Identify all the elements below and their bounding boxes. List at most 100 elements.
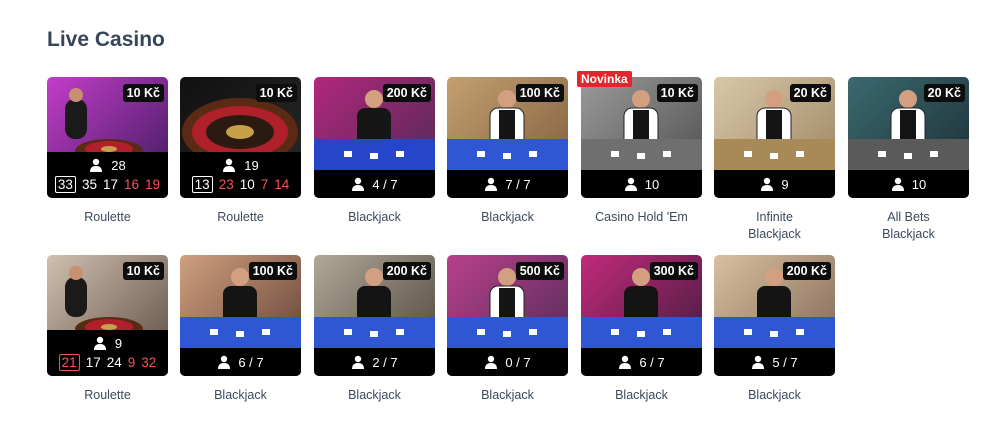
recent-number: 21 bbox=[58, 353, 80, 371]
game-thumbnail[interactable]: 200 Kč 4 / 7 bbox=[314, 77, 435, 198]
min-bet-badge: 100 Kč bbox=[515, 84, 564, 102]
game-tile[interactable]: 20 Kč 9 Infinite Blackjack bbox=[714, 77, 835, 243]
min-bet-badge: 200 Kč bbox=[782, 262, 831, 280]
player-count-value: 2 / 7 bbox=[372, 354, 398, 370]
game-thumbnail[interactable]: 100 Kč 7 / 7 bbox=[447, 77, 568, 198]
user-icon bbox=[485, 355, 498, 369]
game-name[interactable]: Blackjack bbox=[581, 387, 702, 404]
game-tile[interactable]: 200 Kč 2 / 7 Blackjack bbox=[314, 255, 435, 404]
min-bet-badge: 10 Kč bbox=[122, 84, 164, 102]
player-count: 19 bbox=[222, 157, 259, 173]
user-icon bbox=[624, 177, 637, 191]
player-count: 9 bbox=[93, 336, 122, 351]
game-tile[interactable]: 100 Kč 6 / 7 Blackjack bbox=[180, 255, 301, 404]
recent-number: 19 bbox=[145, 176, 161, 192]
player-count-value: 7 / 7 bbox=[505, 176, 531, 192]
recent-number: 17 bbox=[85, 354, 101, 370]
recent-numbers: 33 35 17 16 19 bbox=[54, 175, 161, 193]
recent-number: 35 bbox=[81, 176, 97, 192]
game-thumbnail[interactable]: 200 Kč 2 / 7 bbox=[314, 255, 435, 376]
user-icon bbox=[352, 355, 365, 369]
game-thumbnail[interactable]: 500 Kč 0 / 7 bbox=[447, 255, 568, 376]
min-bet-badge: 20 Kč bbox=[923, 84, 965, 102]
recent-number: 24 bbox=[106, 354, 122, 370]
player-count-value: 5 / 7 bbox=[772, 354, 798, 370]
game-thumbnail[interactable]: 10 Kč 28 33 35 17 16 19 bbox=[47, 77, 168, 198]
min-bet-badge: 10 Kč bbox=[656, 84, 698, 102]
game-tile[interactable]: 500 Kč 0 / 7 Blackjack bbox=[447, 255, 568, 404]
stats-bar: 19 13 23 10 7 14 bbox=[180, 152, 301, 198]
player-count-value: 6 / 7 bbox=[238, 354, 264, 370]
user-icon bbox=[619, 355, 632, 369]
game-thumbnail[interactable]: 100 Kč 6 / 7 bbox=[180, 255, 301, 376]
min-bet-badge: 20 Kč bbox=[789, 84, 831, 102]
min-bet-badge: 100 Kč bbox=[248, 262, 297, 280]
game-name[interactable]: Roulette bbox=[47, 209, 168, 226]
user-icon bbox=[93, 336, 106, 350]
game-name[interactable]: Blackjack bbox=[314, 209, 435, 226]
game-tile[interactable]: 300 Kč 6 / 7 Blackjack bbox=[581, 255, 702, 404]
recent-number: 33 bbox=[54, 175, 76, 193]
player-count-value: 10 bbox=[644, 176, 660, 192]
new-badge: Novinka bbox=[577, 71, 632, 87]
recent-number: 9 bbox=[127, 354, 136, 370]
recent-number: 16 bbox=[124, 176, 140, 192]
game-tile[interactable]: 200 Kč 5 / 7 Blackjack bbox=[714, 255, 835, 404]
game-tile[interactable]: 10 Kč 19 13 23 10 7 14 Roulette bbox=[180, 77, 301, 226]
page-title: Live Casino bbox=[47, 28, 165, 51]
stats-bar: 2 / 7 bbox=[314, 348, 435, 376]
game-thumbnail[interactable]: 20 Kč 9 bbox=[714, 77, 835, 198]
game-name[interactable]: Roulette bbox=[180, 209, 301, 226]
game-thumbnail[interactable]: 10 Kč 19 13 23 10 7 14 bbox=[180, 77, 301, 198]
game-thumbnail[interactable]: 10 Kč 9 21 17 24 9 32 bbox=[47, 255, 168, 376]
stats-bar: 10 bbox=[848, 170, 969, 198]
game-name[interactable]: Blackjack bbox=[447, 209, 568, 226]
user-icon bbox=[752, 355, 765, 369]
player-count-value: 0 / 7 bbox=[505, 354, 531, 370]
recent-number: 7 bbox=[260, 176, 269, 192]
game-tile[interactable]: 200 Kč 4 / 7 Blackjack bbox=[314, 77, 435, 226]
min-bet-badge: 300 Kč bbox=[649, 262, 698, 280]
recent-number: 32 bbox=[141, 354, 157, 370]
game-tile[interactable]: 20 Kč 10 All Bets Blackjack bbox=[848, 77, 969, 243]
min-bet-badge: 200 Kč bbox=[382, 262, 431, 280]
game-name[interactable]: All Bets Blackjack bbox=[848, 209, 969, 243]
stats-bar: 6 / 7 bbox=[581, 348, 702, 376]
min-bet-badge: 10 Kč bbox=[255, 84, 297, 102]
player-count-value: 9 bbox=[781, 176, 789, 192]
game-thumbnail[interactable]: 300 Kč 6 / 7 bbox=[581, 255, 702, 376]
game-tile[interactable]: 10 Kč 9 21 17 24 9 32 Roulette bbox=[47, 255, 168, 404]
min-bet-badge: 200 Kč bbox=[382, 84, 431, 102]
player-count-value: 10 bbox=[911, 176, 927, 192]
user-icon bbox=[485, 177, 498, 191]
recent-numbers: 13 23 10 7 14 bbox=[191, 175, 290, 193]
game-thumbnail[interactable]: 20 Kč 10 bbox=[848, 77, 969, 198]
recent-numbers: 21 17 24 9 32 bbox=[58, 353, 157, 371]
stats-bar: 9 bbox=[714, 170, 835, 198]
recent-number: 13 bbox=[191, 175, 213, 193]
user-icon bbox=[352, 177, 365, 191]
stats-bar: 10 bbox=[581, 170, 702, 198]
game-tile[interactable]: 100 Kč 7 / 7 Blackjack bbox=[447, 77, 568, 226]
recent-number: 14 bbox=[274, 176, 290, 192]
user-icon bbox=[223, 158, 236, 172]
game-name[interactable]: Blackjack bbox=[180, 387, 301, 404]
game-thumbnail[interactable]: 200 Kč 5 / 7 bbox=[714, 255, 835, 376]
stats-bar: 4 / 7 bbox=[314, 170, 435, 198]
game-tile[interactable]: 10 Kč 28 33 35 17 16 19 Roulette bbox=[47, 77, 168, 226]
game-tile[interactable]: 10 Kč 10 Novinka Casino Hold 'Em bbox=[577, 71, 702, 226]
stats-bar: 5 / 7 bbox=[714, 348, 835, 376]
player-count-value: 9 bbox=[114, 335, 123, 351]
game-name[interactable]: Infinite Blackjack bbox=[714, 209, 835, 243]
player-count-value: 4 / 7 bbox=[372, 176, 398, 192]
game-thumbnail[interactable]: 10 Kč 10 bbox=[581, 77, 702, 198]
min-bet-badge: 10 Kč bbox=[122, 262, 164, 280]
player-count-value: 19 bbox=[244, 157, 259, 173]
game-name[interactable]: Blackjack bbox=[714, 387, 835, 404]
game-name[interactable]: Casino Hold 'Em bbox=[581, 209, 702, 226]
game-name[interactable]: Blackjack bbox=[447, 387, 568, 404]
user-icon bbox=[90, 158, 103, 172]
game-name[interactable]: Roulette bbox=[47, 387, 168, 404]
stats-bar: 0 / 7 bbox=[447, 348, 568, 376]
game-name[interactable]: Blackjack bbox=[314, 387, 435, 404]
